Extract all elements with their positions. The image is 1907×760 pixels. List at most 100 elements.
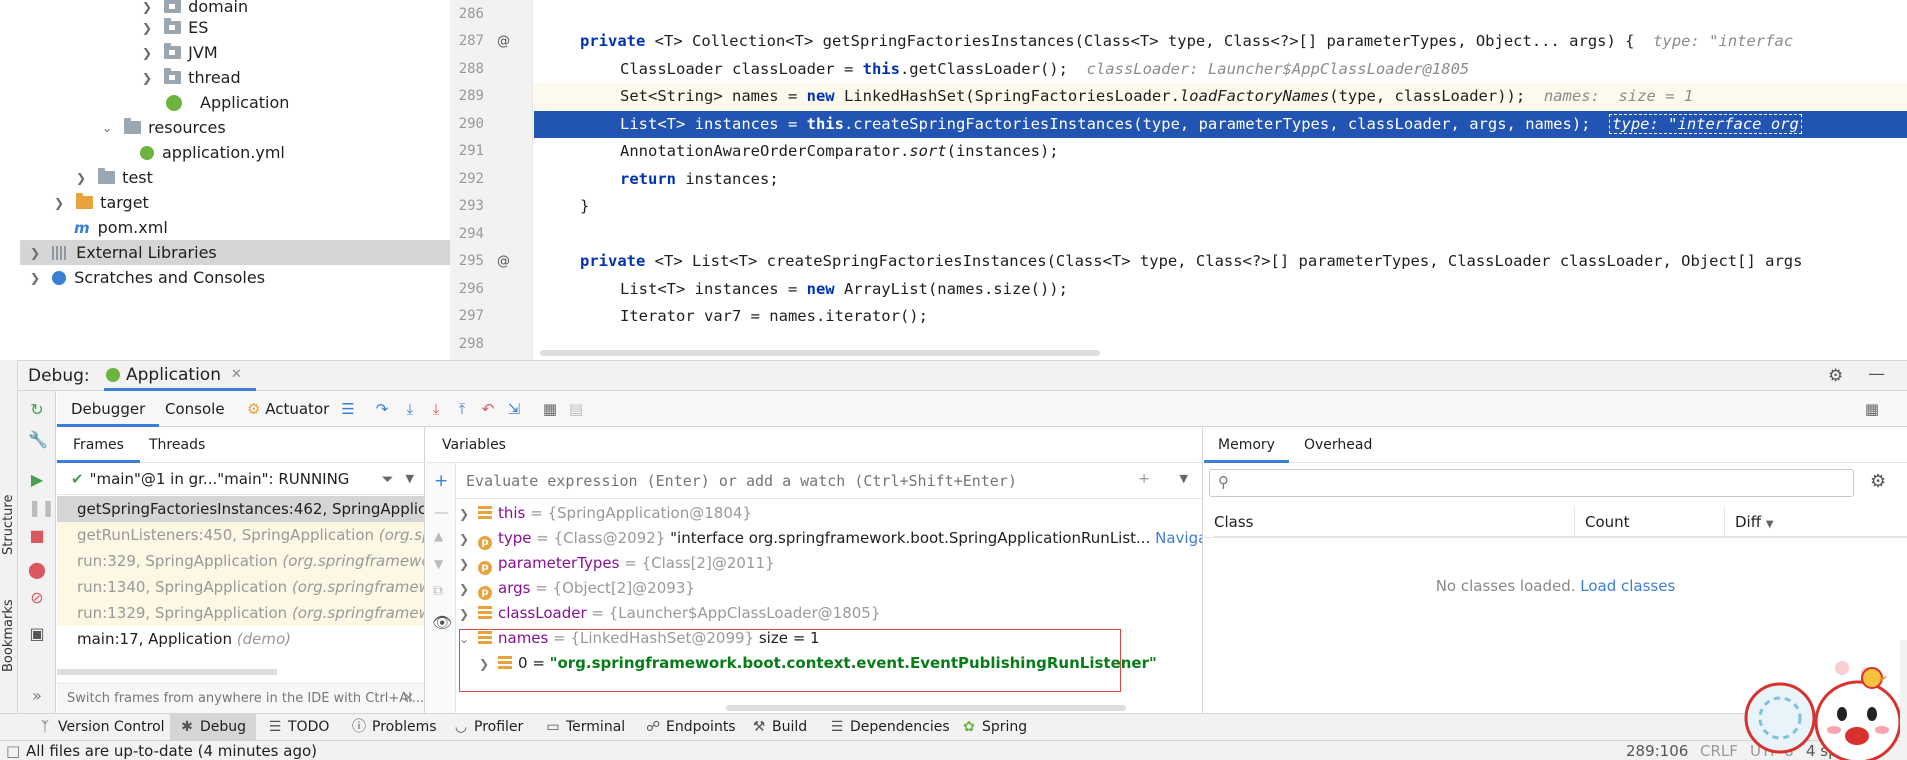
chevron-right-icon[interactable]: ❯ xyxy=(456,552,472,576)
tab-console[interactable]: Console xyxy=(165,391,225,427)
tab-spring[interactable]: ✿ Spring xyxy=(962,714,1027,741)
dropdown-arrow-icon[interactable]: ▼ xyxy=(406,472,414,485)
step-over-icon[interactable]: ↷ xyxy=(373,400,391,418)
move-down-icon[interactable]: ▼ xyxy=(434,557,443,571)
code-line-291[interactable]: AnnotationAwareOrderComparator.sort(inst… xyxy=(534,138,1907,165)
mute-breakpoints-icon[interactable]: ⊘ xyxy=(28,589,46,607)
stack-frame[interactable]: run:1340, SpringApplication (org.springf… xyxy=(57,574,424,600)
code-line-293[interactable]: } xyxy=(534,193,1907,220)
stack-frame[interactable]: getRunListeners:450, SpringApplication (… xyxy=(57,522,424,548)
gear-icon[interactable]: ⚙ xyxy=(1828,366,1843,386)
variable-row[interactable]: ❯ p type = {Class@2092} "interface org.spr… xyxy=(456,526,1202,551)
code-line-295[interactable]: private <T> List<T> createSpringFactorie… xyxy=(534,248,1907,275)
chevron-right-icon[interactable]: ❯ xyxy=(28,271,42,285)
tree-item-test[interactable]: ❯ test xyxy=(20,165,450,190)
variable-row[interactable]: ❯ classLoader = {Launcher$AppClassLoader@… xyxy=(456,601,1202,626)
gear-icon[interactable]: ⚙ xyxy=(1870,471,1886,492)
stack-frame[interactable]: run:329, SpringApplication (org.springfr… xyxy=(57,548,424,574)
evaluate-input[interactable] xyxy=(466,470,1106,492)
code-line-287[interactable]: private <T> Collection<T> getSpringFacto… xyxy=(534,28,1907,55)
stack-frame[interactable]: run:1329, SpringApplication (org.springf… xyxy=(57,600,424,626)
dropdown-arrow-icon[interactable]: ▼ xyxy=(1180,472,1188,485)
tab-todo[interactable]: ☰ TODO xyxy=(268,714,330,741)
view-breakpoints-icon[interactable]: ⬤ xyxy=(28,561,46,579)
tab-endpoints[interactable]: ☍ Endpoints xyxy=(646,714,736,741)
debug-session-tab[interactable]: Application ✕ xyxy=(104,361,256,391)
code-line-296[interactable]: List<T> instances = new ArrayList(names.… xyxy=(534,276,1907,303)
column-count[interactable]: Count xyxy=(1574,507,1724,537)
more-icon[interactable]: » xyxy=(28,687,46,705)
menu-icon[interactable]: ☰ xyxy=(339,400,357,418)
tab-frames[interactable]: Frames xyxy=(57,427,140,463)
tree-item-pom[interactable]: m pom.xml xyxy=(20,215,450,240)
override-marker-icon[interactable]: @ xyxy=(497,28,510,55)
tab-memory[interactable]: Memory xyxy=(1204,427,1289,463)
force-step-into-icon[interactable]: ⤓ xyxy=(427,400,445,418)
rerun-icon[interactable]: ↻ xyxy=(28,401,46,419)
remove-watch-icon[interactable]: — xyxy=(434,503,449,521)
horizontal-scrollbar[interactable] xyxy=(540,350,1100,356)
caret-position[interactable]: 289:106 xyxy=(1626,741,1688,760)
run-to-cursor-icon[interactable]: ⇲ xyxy=(505,400,523,418)
chevron-right-icon[interactable]: ❯ xyxy=(140,0,154,14)
duplicate-icon[interactable]: ⧉ xyxy=(433,583,443,599)
tree-item-jvm[interactable]: ❯ JVM xyxy=(20,40,450,65)
evaluate-expression-icon[interactable]: ▦ xyxy=(541,400,559,418)
pause-icon[interactable]: ❚❚ xyxy=(28,499,55,517)
code-line-288[interactable]: ClassLoader classLoader = this.getClassL… xyxy=(534,56,1907,83)
tab-version-control[interactable]: ᛉ Version Control xyxy=(38,714,165,741)
chevron-right-icon[interactable]: ❯ xyxy=(456,577,472,601)
code-line-292[interactable]: return instances; xyxy=(534,166,1907,193)
status-toggle-icon[interactable]: □ xyxy=(6,741,20,760)
chevron-down-icon[interactable]: ⌄ xyxy=(100,121,114,135)
chevron-right-icon[interactable]: ❯ xyxy=(456,602,472,626)
tab-overhead[interactable]: Overhead xyxy=(1304,427,1372,463)
stack-frame[interactable]: getSpringFactoriesInstances:462, SpringA… xyxy=(57,496,424,522)
tree-item-resources[interactable]: ⌄ resources xyxy=(20,115,450,140)
bookmarks-tab[interactable]: Bookmarks xyxy=(1,599,16,672)
thread-selector[interactable]: ✔ "main"@1 in gr..."main": RUNNING ⏷ ▼ xyxy=(57,463,424,495)
tab-actuator[interactable]: ⚙ Actuator xyxy=(247,391,329,427)
variables-scrollbar[interactable] xyxy=(726,705,1126,711)
tab-debugger[interactable]: Debugger xyxy=(57,391,160,427)
tree-item-external-libraries[interactable]: ❯ External Libraries xyxy=(20,240,450,265)
status-message[interactable]: All files are up-to-date (4 minutes ago) xyxy=(26,741,317,760)
load-classes-link[interactable]: Load classes xyxy=(1580,577,1675,595)
tree-item-scratches[interactable]: ❯ Scratches and Consoles xyxy=(20,265,450,290)
chevron-right-icon[interactable]: ❯ xyxy=(140,71,154,85)
column-diff[interactable]: Diff ▼ xyxy=(1724,507,1907,537)
close-icon[interactable]: ✕ xyxy=(403,684,414,713)
code-line-289[interactable]: Set<String> names = new LinkedHashSet(Sp… xyxy=(534,83,1907,110)
variable-row[interactable]: ❯ this = {SpringApplication@1804} xyxy=(456,501,1202,526)
camera-icon[interactable]: ▣ xyxy=(28,625,46,643)
navigate-link[interactable]: Navigate xyxy=(1150,529,1202,547)
stop-icon[interactable]: ■ xyxy=(28,527,46,545)
chevron-right-icon[interactable]: ❯ xyxy=(140,21,154,35)
eye-icon[interactable]: 👁 xyxy=(432,613,452,632)
tree-item-es[interactable]: ❯ ES xyxy=(20,15,450,40)
add-watch-icon[interactable]: + xyxy=(1138,471,1150,487)
structure-tab[interactable]: Structure xyxy=(1,495,16,555)
tab-dependencies[interactable]: ☰ Dependencies xyxy=(830,714,950,741)
variable-row[interactable]: ❯ p parameterTypes = {Class[2]@2011} xyxy=(456,551,1202,576)
tab-debug[interactable]: ✱ Debug xyxy=(170,714,257,741)
tab-profiler[interactable]: ◡ Profiler xyxy=(454,714,523,741)
tab-threads[interactable]: Threads xyxy=(149,427,205,463)
code-editor[interactable]: 286 287 @ 288 289 290 291 292 293 294 29… xyxy=(450,0,1907,360)
chevron-right-icon[interactable]: ❯ xyxy=(456,527,472,551)
code-line-297[interactable]: Iterator var7 = names.iterator(); xyxy=(534,303,1907,330)
resume-icon[interactable]: ▶ xyxy=(28,471,46,489)
layout-icon[interactable]: ▦ xyxy=(1863,400,1881,418)
tree-item-thread[interactable]: ❯ thread xyxy=(20,65,450,90)
minimize-icon[interactable]: — xyxy=(1868,364,1885,384)
step-out-icon[interactable]: ⤒ xyxy=(453,400,471,418)
move-up-icon[interactable]: ▲ xyxy=(434,529,443,543)
chevron-right-icon[interactable]: ❯ xyxy=(140,46,154,60)
execution-point-line[interactable]: List<T> instances = this.createSpringFac… xyxy=(534,111,1907,138)
tree-item-application[interactable]: Application xyxy=(20,90,450,115)
override-marker-icon[interactable]: @ xyxy=(497,248,510,275)
tab-build[interactable]: ⚒ Build xyxy=(752,714,807,741)
frames-scrollbar[interactable] xyxy=(57,669,277,675)
chevron-right-icon[interactable]: ❯ xyxy=(52,196,66,210)
memory-search-input[interactable]: ⚲ xyxy=(1209,469,1854,497)
